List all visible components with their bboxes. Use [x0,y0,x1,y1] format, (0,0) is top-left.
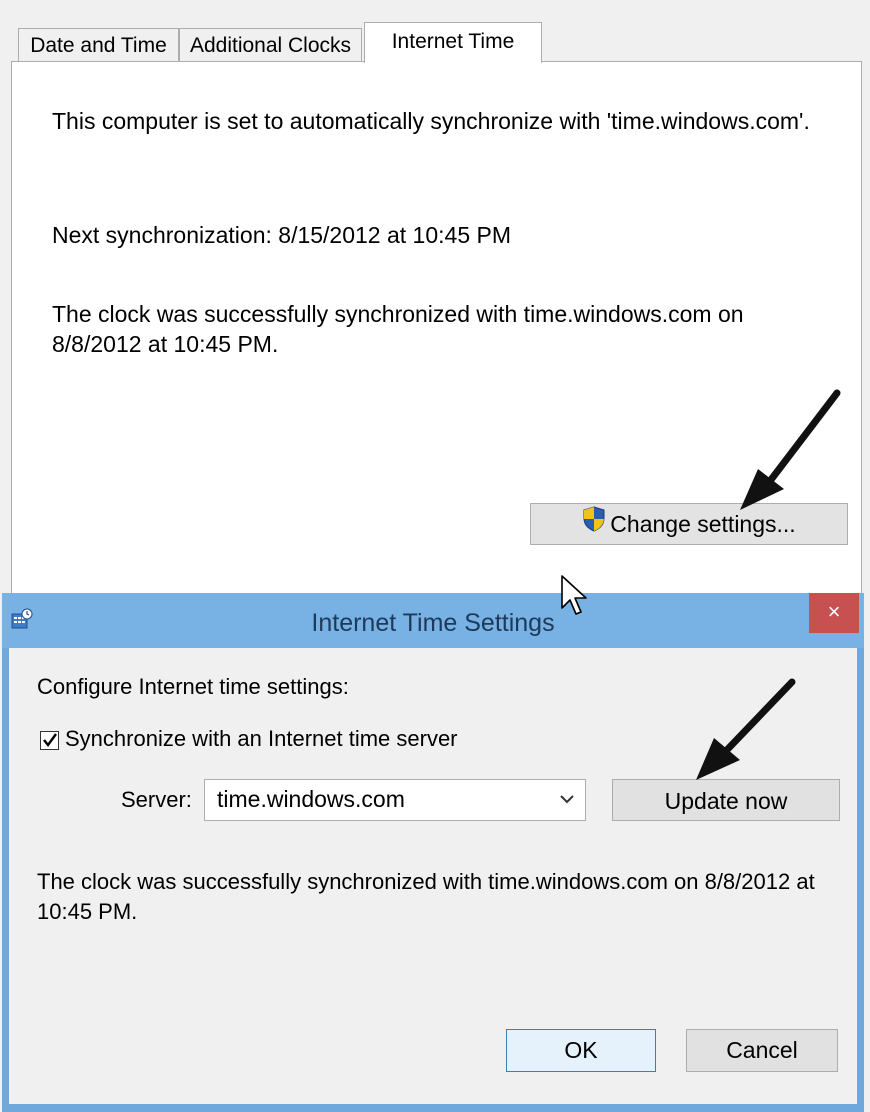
dialog-title: Internet Time Settings [311,609,555,637]
tab-internet-time[interactable]: Internet Time [364,22,542,63]
server-label: Server: [121,787,192,812]
chevron-down-icon[interactable] [559,792,575,811]
change-settings-label: Change settings... [610,511,796,537]
sync-status-text: The clock was successfully synchronized … [52,301,744,357]
dialog-sync-status-text: The clock was successfully synchronized … [37,869,815,924]
change-settings-button[interactable]: Change settings... [530,503,848,545]
close-button[interactable]: × [809,593,859,633]
cancel-button[interactable]: Cancel [686,1029,838,1072]
date-and-time-dialog: Date and Time Additional Clocks Internet… [0,0,870,621]
tab-date-and-time[interactable]: Date and Time [18,28,179,62]
update-now-button[interactable]: Update now [612,779,840,821]
server-combobox[interactable]: time.windows.com [204,779,586,821]
checkmark-icon [43,733,57,747]
uac-shield-icon [582,504,606,544]
title-bar[interactable]: Internet Time Settings × [2,593,864,648]
close-icon: × [827,599,841,624]
internet-time-panel: This computer is set to automatically sy… [11,61,862,621]
configure-label: Configure Internet time settings: [37,674,349,699]
dialog-client-area: Configure Internet time settings: Synchr… [9,648,857,1104]
tab-additional-clocks[interactable]: Additional Clocks [179,28,362,62]
sync-checkbox-label[interactable]: Synchronize with an Internet time server [65,726,458,752]
sync-checkbox[interactable] [40,731,59,750]
internet-time-settings-dialog: Internet Time Settings × Configure Inter… [2,593,864,1112]
sync-info-text: This computer is set to automatically sy… [52,108,810,134]
server-value: time.windows.com [217,786,405,812]
ok-button[interactable]: OK [506,1029,656,1072]
next-sync-text: Next synchronization: 8/15/2012 at 10:45… [52,222,512,248]
